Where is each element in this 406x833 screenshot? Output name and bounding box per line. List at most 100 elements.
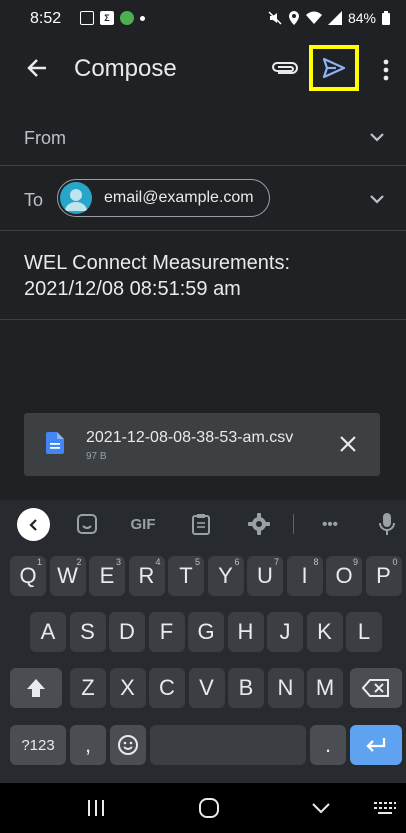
subject-line-2: 2021/12/08 08:51:59 am — [24, 278, 241, 300]
key-h[interactable]: H — [227, 612, 264, 652]
recipient-email: email@example.com — [104, 189, 254, 206]
key-t[interactable]: T5 — [168, 556, 204, 596]
key-z[interactable]: Z — [70, 668, 106, 708]
keyboard-switch-icon[interactable] — [373, 800, 397, 816]
system-icons: 84% — [268, 10, 390, 26]
period-key[interactable]: . — [310, 725, 346, 765]
mute-icon — [268, 11, 282, 25]
key-m[interactable]: M — [307, 668, 343, 708]
backspace-key[interactable] — [350, 668, 402, 708]
clipboard-icon[interactable] — [190, 512, 212, 536]
key-r[interactable]: R4 — [128, 556, 165, 596]
notification-icons: Σ — [80, 11, 145, 25]
from-row[interactable]: From — [0, 108, 406, 166]
body-field[interactable] — [0, 320, 406, 405]
key-j[interactable]: J — [267, 612, 303, 652]
key-hint: 0 — [392, 557, 398, 567]
key-hint: 2 — [76, 557, 82, 567]
key-l[interactable]: L — [346, 612, 382, 652]
more-options-icon[interactable] — [374, 56, 398, 84]
send-button[interactable] — [309, 45, 359, 91]
app-notification-icon — [120, 11, 134, 25]
remove-attachment-icon[interactable] — [337, 433, 359, 455]
key-label: W — [57, 563, 78, 588]
location-icon — [288, 11, 299, 25]
chevron-down-icon[interactable] — [368, 128, 386, 146]
app-bar: Compose — [0, 38, 406, 102]
subject-line-1: WEL Connect Measurements: — [24, 252, 291, 274]
keyboard-collapse-button[interactable] — [17, 508, 50, 541]
subject-field[interactable]: WEL Connect Measurements: 2021/12/08 08:… — [24, 250, 384, 302]
key-s[interactable]: S — [69, 612, 106, 652]
key-w[interactable]: W2 — [49, 556, 86, 596]
battery-percent: 84% — [347, 10, 376, 26]
key-hint: 4 — [155, 557, 161, 567]
key-v[interactable]: V — [188, 668, 225, 708]
home-icon[interactable] — [197, 797, 221, 819]
key-label: O — [335, 563, 353, 588]
enter-key[interactable] — [350, 725, 402, 765]
key-n[interactable]: N — [267, 668, 304, 708]
status-bar: 8:52 Σ 84% — [0, 0, 406, 38]
key-label: R — [138, 563, 155, 588]
key-b[interactable]: B — [228, 668, 264, 708]
symbols-key[interactable]: ?123 — [10, 725, 66, 765]
page-title: Compose — [74, 55, 177, 82]
gif-button[interactable]: GIF — [128, 512, 158, 536]
system-navigation-bar — [0, 783, 406, 833]
key-q[interactable]: Q1 — [10, 556, 46, 596]
from-label: From — [24, 128, 66, 148]
attachment-filename: 2021-12-08-08-38-53-am.csv — [86, 429, 294, 446]
wifi-icon — [305, 11, 322, 24]
key-a[interactable]: A — [30, 612, 66, 652]
key-k[interactable]: K — [306, 612, 343, 652]
key-p[interactable]: P0 — [365, 556, 402, 596]
key-y[interactable]: Y6 — [207, 556, 244, 596]
key-o[interactable]: O9 — [326, 556, 362, 596]
key-label: P — [376, 563, 391, 588]
key-e[interactable]: E3 — [89, 556, 125, 596]
key-label: Q — [19, 563, 37, 588]
attachment-size: 97 B — [86, 451, 107, 462]
key-i[interactable]: I8 — [286, 556, 323, 596]
more-tools-button[interactable]: ••• — [316, 512, 344, 536]
avatar — [60, 182, 92, 214]
file-icon — [46, 432, 64, 454]
key-c[interactable]: C — [149, 668, 185, 708]
shift-icon — [27, 679, 45, 697]
keyboard: GIF ••• ?123 , . Q1W2E3R4T5Y6U7I8O9P0ASD… — [0, 500, 406, 783]
key-hint: 9 — [352, 557, 358, 567]
microphone-icon[interactable] — [378, 512, 396, 536]
to-row[interactable]: To email@example.com — [0, 166, 406, 231]
attachment-card[interactable]: 2021-12-08-08-38-53-am.csv 97 B — [24, 413, 380, 476]
recent-apps-icon[interactable] — [85, 798, 107, 818]
key-f[interactable]: F — [148, 612, 185, 652]
recipient-chip[interactable]: email@example.com — [57, 179, 270, 217]
nav-down-icon[interactable] — [310, 798, 332, 818]
key-label: U — [257, 563, 273, 588]
space-key[interactable] — [150, 725, 306, 765]
keyboard-toolbar: GIF ••• — [0, 500, 406, 548]
key-d[interactable]: D — [109, 612, 145, 652]
emoji-icon — [118, 735, 138, 755]
sticker-icon[interactable] — [76, 512, 98, 536]
key-u[interactable]: U7 — [247, 556, 283, 596]
key-g[interactable]: G — [188, 612, 224, 652]
back-arrow-icon[interactable] — [24, 54, 52, 82]
person-icon — [65, 189, 87, 211]
key-label: Y — [218, 563, 233, 588]
key-label: E — [99, 563, 115, 588]
key-x[interactable]: X — [109, 668, 146, 708]
status-time: 8:52 — [30, 10, 62, 27]
chevron-left-icon — [28, 518, 37, 531]
shift-key[interactable] — [10, 668, 62, 708]
attach-icon[interactable] — [270, 57, 300, 81]
chevron-down-icon[interactable] — [368, 190, 386, 208]
comma-key[interactable]: , — [70, 725, 106, 765]
emoji-key[interactable] — [110, 725, 146, 765]
key-hint: 6 — [234, 557, 240, 567]
settings-gear-icon[interactable] — [248, 512, 270, 536]
sigma-icon: Σ — [100, 11, 114, 25]
image-icon — [80, 11, 94, 25]
battery-icon — [382, 11, 390, 25]
